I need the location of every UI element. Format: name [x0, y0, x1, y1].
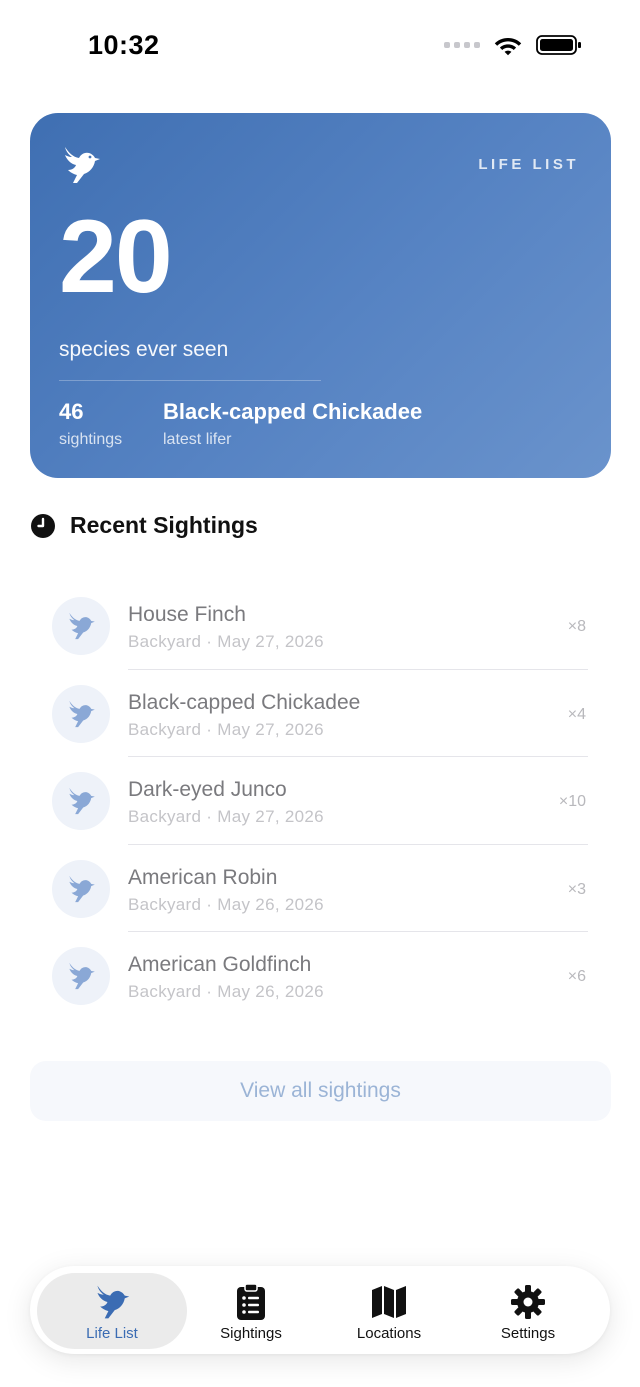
- card-tag: LIFE LIST: [478, 156, 579, 173]
- sighting-meta: Backyard · May 27, 2026: [128, 632, 324, 651]
- list-item[interactable]: American Goldfinch Backyard · May 26, 20…: [52, 932, 588, 1020]
- species-name: Black-capped Chickadee: [128, 690, 361, 714]
- wifi-icon: [494, 38, 522, 56]
- clock-icon: [31, 513, 55, 538]
- species-name: American Goldfinch: [128, 953, 312, 976]
- bird-icon: [69, 787, 95, 815]
- avatar: [52, 947, 110, 1005]
- sighting-count: ×8: [567, 618, 586, 635]
- recent-sightings-header: Recent Sightings: [30, 512, 258, 539]
- avatar: [52, 684, 110, 743]
- sightings-stat: 46 sightings: [59, 399, 122, 449]
- sighting-meta: Backyard · May 27, 2026: [128, 807, 324, 826]
- sighting-count: ×6: [567, 968, 586, 985]
- gear-icon: [511, 1285, 545, 1319]
- sighting-meta: Backyard · May 27, 2026: [128, 719, 324, 739]
- view-all-sightings-button[interactable]: View all sightings: [30, 1061, 611, 1121]
- latest-lifer-value: Black-capped Chickadee: [163, 399, 423, 424]
- species-count: 20: [59, 199, 173, 315]
- bird-icon: [65, 147, 100, 183]
- list-item[interactable]: House Finch Backyard · May 27, 2026 ×8: [52, 582, 588, 670]
- sighting-count: ×10: [558, 793, 586, 810]
- bird-icon: [69, 962, 95, 990]
- status-bar: 10:32: [0, 0, 640, 90]
- sighting-meta: Backyard · May 26, 2026: [128, 982, 324, 1001]
- battery-icon: [536, 35, 581, 55]
- sightings-label: sightings: [59, 431, 123, 448]
- tab-bar: Life List Sightings Locations Settings: [30, 1266, 610, 1354]
- bird-icon: [69, 700, 95, 727]
- species-name: House Finch: [128, 603, 246, 626]
- status-time: 10:32: [88, 30, 160, 60]
- status-icons: [444, 34, 582, 56]
- bird-icon: [97, 1285, 130, 1319]
- tab-label: Life List: [86, 1325, 138, 1342]
- avatar: [52, 859, 110, 918]
- species-name: American Robin: [128, 865, 278, 889]
- tab-sightings[interactable]: Sightings: [176, 1273, 326, 1349]
- cellular-signal-icon: [444, 42, 480, 48]
- tab-label: Settings: [500, 1325, 556, 1342]
- sighting-count: ×4: [567, 705, 586, 723]
- sighting-meta: Backyard · May 26, 2026: [128, 894, 324, 914]
- avatar: [52, 597, 110, 655]
- latest-lifer-label: latest lifer: [163, 431, 232, 448]
- sightings-list: House Finch Backyard · May 27, 2026 ×8 B…: [52, 582, 588, 1020]
- list-item[interactable]: American Robin Backyard · May 26, 2026 ×…: [52, 845, 588, 932]
- map-icon: [372, 1286, 406, 1318]
- latest-lifer-stat: Black-capped Chickadee latest lifer: [163, 399, 422, 449]
- life-list-card[interactable]: LIFE LIST 20 species ever seen 46 sighti…: [30, 113, 611, 478]
- tab-label: Locations: [356, 1325, 422, 1342]
- bird-icon: [69, 875, 95, 902]
- section-title: Recent Sightings: [70, 512, 258, 538]
- list-item[interactable]: Dark-eyed Junco Backyard · May 27, 2026 …: [52, 757, 588, 845]
- tab-life-list[interactable]: Life List: [37, 1273, 187, 1349]
- tab-locations[interactable]: Locations: [314, 1273, 464, 1349]
- list-item[interactable]: Black-capped Chickadee Backyard · May 27…: [52, 670, 588, 757]
- sighting-count: ×3: [567, 880, 586, 898]
- avatar: [52, 772, 110, 830]
- species-caption: species ever seen: [59, 338, 229, 361]
- tab-settings[interactable]: Settings: [453, 1273, 603, 1349]
- bird-icon: [69, 612, 95, 640]
- tab-label: Sightings: [220, 1325, 282, 1342]
- card-divider: [59, 380, 321, 381]
- sightings-value: 46: [59, 399, 84, 424]
- clipboard-icon: [237, 1283, 265, 1320]
- species-name: Dark-eyed Junco: [128, 778, 287, 801]
